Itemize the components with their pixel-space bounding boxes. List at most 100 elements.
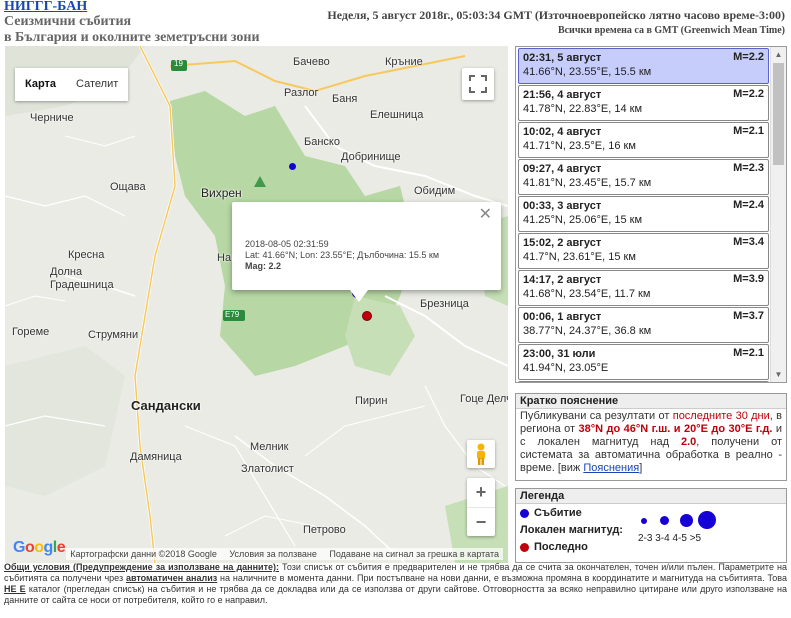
event-time: 00:33, 3 август xyxy=(523,200,602,212)
event-list-item[interactable]: 00:33, 3 август M=2.4 41.25°N, 25.06°E, 15… xyxy=(518,196,769,232)
map-label-obidim: Обидим xyxy=(414,185,456,197)
mag-dot-2-3 xyxy=(641,518,647,524)
site-header: НИГГГ-БАН Сеизмични събития в България и… xyxy=(4,0,304,46)
event-magnitude: M=2.4 xyxy=(733,199,764,211)
road-e79-label: E79 xyxy=(225,310,240,319)
map-type-map-button[interactable]: Карта xyxy=(15,68,66,101)
map-label-oshtava: Ощава xyxy=(110,181,146,193)
site-subtitle-line2: в България и околните земетръсни зони xyxy=(4,30,260,45)
map-label-razlog: Разлог xyxy=(284,87,319,99)
map-label-banya: Баня xyxy=(332,93,358,105)
map-label-cherniche: Черниче xyxy=(30,112,74,124)
legend-event-label: Събитие xyxy=(534,507,582,519)
event-list-item[interactable]: 14:17, 2 август M=3.9 41.68°N, 23.54°E, 11… xyxy=(518,270,769,306)
close-icon[interactable]: ✕ xyxy=(479,207,492,223)
event-list[interactable]: 02:31, 5 август M=2.2 41.66°N, 23.55°E, 15… xyxy=(515,46,787,383)
zoom-control: + − xyxy=(467,478,495,536)
event-time: 15:02, 2 август xyxy=(523,237,602,249)
event-magnitude: M=2.2 xyxy=(733,51,764,63)
event-list-item[interactable]: 15:02, 2 август M=3.4 41.7°N, 23.61°E, 15 … xyxy=(518,233,769,269)
current-date: Неделя, 5 август 2018г., 05:03:34 GMT (И… xyxy=(327,8,785,22)
event-coordinates: 41.94°N, 23.05°E xyxy=(523,362,609,374)
event-magnitude: M=2.1 xyxy=(733,125,764,137)
explanation-box: Кратко пояснение Публикувани са резултат… xyxy=(515,393,787,481)
event-time: 10:02, 4 август xyxy=(523,126,602,138)
event-list-scrollbar[interactable]: ▲ ▼ xyxy=(770,47,786,382)
event-info-window: ✕ 2018-08-05 02:31:59 Lat: 41.66°N; Lon:… xyxy=(232,202,501,302)
google-logo[interactable]: Google xyxy=(13,539,66,557)
event-time: 02:31, 5 август xyxy=(523,52,602,64)
mag-dot-gt-5 xyxy=(698,511,716,529)
event-coordinates: 41.25°N, 25.06°E, 15 км xyxy=(523,214,643,226)
event-coordinates: 41.71°N, 23.5°E, 16 км xyxy=(523,140,636,152)
map-type-control: Карта Сателит xyxy=(15,68,129,101)
latest-event-marker[interactable] xyxy=(362,311,372,321)
event-coordinates: 41.66°N, 23.55°E, 15.5 км xyxy=(523,66,652,78)
map-data-credit: Картографски данни ©2018 Google xyxy=(70,549,217,559)
legend-latest-label: Последно xyxy=(534,541,588,553)
map-label-na: На xyxy=(217,252,232,264)
event-coordinates: 38.77°N, 24.37°E, 36.8 км xyxy=(523,325,652,337)
map-label-eleshnitsa: Елешница xyxy=(370,109,424,121)
scroll-down-arrow-icon[interactable]: ▼ xyxy=(771,367,786,382)
map-terms-link[interactable]: Условия за ползване xyxy=(229,549,317,559)
legend-local-magnitude-label: Локален магнитуд: xyxy=(520,524,623,536)
header-datetime: Неделя, 5 август 2018г., 05:03:34 GMT (И… xyxy=(315,8,785,36)
map-label-zlatolist: Златолист xyxy=(241,463,294,475)
map-label-breznitsa: Брезница xyxy=(420,298,469,310)
map-label-melnik: Мелник xyxy=(250,441,289,453)
legend-box: Легенда Събитие Локален магнитуд: Послед… xyxy=(515,488,787,563)
event-list-item[interactable]: 10:02, 4 август M=2.1 41.71°N, 23.5°E, 16 … xyxy=(518,122,769,158)
map-label-strumyani: Струмяни xyxy=(88,329,139,341)
info-datetime: 2018-08-05 02:31:59 xyxy=(245,239,329,249)
mag-dot-3-4 xyxy=(660,516,669,525)
map-label-damyanitsa: Дамяница xyxy=(130,451,182,463)
event-list-item[interactable]: 13:55, 30 юлиM=3.3 xyxy=(518,381,769,382)
event-time: 21:56, 4 август xyxy=(523,89,602,101)
gmt-note: Всички времена са в GMT (Greenwich Mean … xyxy=(557,25,785,36)
event-legend-dot xyxy=(520,508,529,518)
event-list-item[interactable]: 00:06, 1 август M=3.7 38.77°N, 24.37°E, 36… xyxy=(518,307,769,343)
magnitude-scale-labels: 2-3 3-4 4-5 >5 xyxy=(638,533,702,544)
event-list-item[interactable]: 23:00, 31 юли M=2.1 41.94°N, 23.05°E xyxy=(518,344,769,380)
event-list-item[interactable]: 21:56, 4 август M=2.2 41.78°N, 22.83°E, 14… xyxy=(518,85,769,121)
fullscreen-button[interactable] xyxy=(462,68,494,100)
event-coordinates: 41.68°N, 23.54°E, 11.7 км xyxy=(523,288,651,300)
site-subtitle-line1: Сеизмични събития xyxy=(4,14,132,29)
event-time: 23:00, 31 юли xyxy=(523,348,596,360)
map-label-bansko: Банско xyxy=(304,136,340,148)
scroll-thumb[interactable] xyxy=(773,63,784,165)
map-label-vachevo: Бачево xyxy=(293,56,330,68)
event-time: 09:27, 4 август xyxy=(523,163,602,175)
scroll-up-arrow-icon[interactable]: ▲ xyxy=(771,47,786,62)
event-list-item[interactable]: 09:27, 4 август M=2.3 41.81°N, 23.45°E, 15… xyxy=(518,159,769,195)
map-label-sandanski: Сандански xyxy=(131,398,201,413)
event-magnitude: M=2.3 xyxy=(733,162,764,174)
zoom-in-button[interactable]: + xyxy=(467,478,495,507)
map-label-krupnik: Кръние xyxy=(385,56,423,68)
site-home-link[interactable]: НИГГГ-БАН xyxy=(4,0,304,14)
map-label-dobrinishte: Добринище xyxy=(341,151,401,163)
road-19-label: 19 xyxy=(174,59,183,68)
event-marker[interactable] xyxy=(289,163,296,170)
explanation-text: Публикувани са резултати от последните 3… xyxy=(520,410,783,474)
map[interactable]: 19 E79 Бачево Кръние Разлог Баня Черниче… xyxy=(5,46,508,563)
map-report-link[interactable]: Подаване на сигнал за грешка в картата xyxy=(329,549,499,559)
event-magnitude: M=3.4 xyxy=(733,236,764,248)
terms-link[interactable]: Общи условия (Предупреждение за използва… xyxy=(4,562,279,572)
map-label-pirin: Пирин xyxy=(355,395,388,407)
pegman-icon xyxy=(477,443,485,465)
legend-title: Легенда xyxy=(516,489,786,504)
map-label-petrovo: Петрово xyxy=(303,524,346,536)
street-view-pegman[interactable] xyxy=(467,440,495,468)
event-magnitude: M=3.9 xyxy=(733,273,764,285)
explanation-link[interactable]: Пояснения xyxy=(583,462,639,474)
map-label-dolna-gradeshnitsa: Долна Градешница xyxy=(50,266,114,291)
event-magnitude: M=2.1 xyxy=(733,347,764,359)
map-type-satellite-button[interactable]: Сателит xyxy=(66,68,128,101)
event-list-item[interactable]: 02:31, 5 август M=2.2 41.66°N, 23.55°E, 15… xyxy=(518,48,769,84)
map-label-kresna: Кресна xyxy=(68,249,105,261)
map-label-goreme: Гореме xyxy=(12,326,50,338)
latest-legend-dot xyxy=(520,542,529,552)
zoom-out-button[interactable]: − xyxy=(467,507,495,536)
